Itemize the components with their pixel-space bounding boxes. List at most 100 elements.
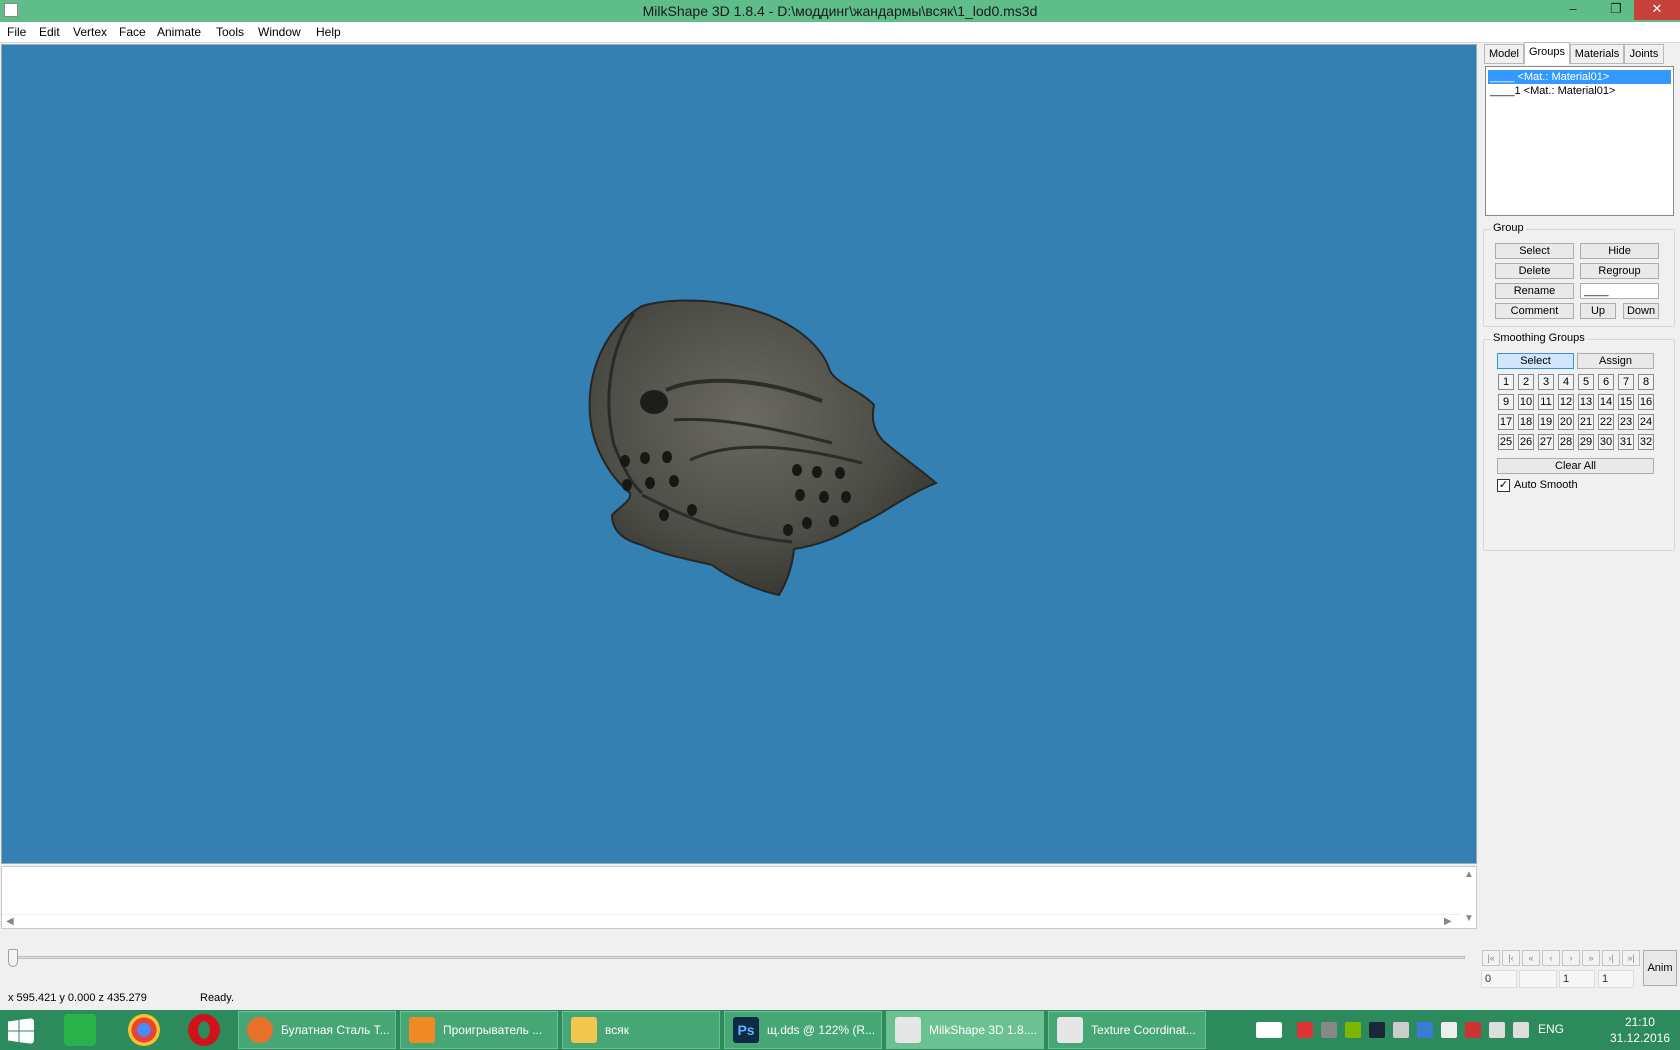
smoothing-group-32[interactable]: 32 <box>1638 434 1654 450</box>
tab-model[interactable]: Model <box>1484 44 1524 64</box>
tray-app-icon[interactable] <box>1321 1022 1337 1038</box>
smoothing-select-button[interactable]: Select <box>1497 353 1574 369</box>
keyboard-icon[interactable] <box>1256 1022 1282 1038</box>
rewind-icon[interactable]: « <box>1522 950 1540 966</box>
smoothing-group-18[interactable]: 18 <box>1518 414 1534 430</box>
chrome-icon[interactable] <box>128 1014 160 1046</box>
smoothing-group-7[interactable]: 7 <box>1618 374 1634 390</box>
current-frame-field[interactable]: 0 <box>1481 970 1517 988</box>
opera-icon[interactable] <box>188 1014 220 1046</box>
smoothing-group-30[interactable]: 30 <box>1598 434 1614 450</box>
timeline-slider[interactable] <box>0 947 1477 971</box>
smoothing-group-4[interactable]: 4 <box>1558 374 1574 390</box>
group-hide-button[interactable]: Hide <box>1580 243 1659 259</box>
menu-help[interactable]: Help <box>316 25 341 39</box>
network-icon[interactable] <box>1489 1022 1505 1038</box>
timeline-thumb[interactable] <box>8 949 18 967</box>
menu-edit[interactable]: Edit <box>39 25 60 39</box>
menu-tools[interactable]: Tools <box>216 25 244 39</box>
auto-smooth-checkbox[interactable]: ✓ <box>1497 479 1510 492</box>
nvidia-icon[interactable] <box>1345 1022 1361 1038</box>
taskbar-item-media-player[interactable]: Проигрыватель ... <box>400 1011 558 1049</box>
anim-button[interactable]: Anim <box>1643 950 1677 986</box>
smoothing-group-25[interactable]: 25 <box>1498 434 1514 450</box>
smoothing-group-1[interactable]: 1 <box>1498 374 1514 390</box>
smoothing-group-19[interactable]: 19 <box>1538 414 1554 430</box>
group-name-field[interactable]: ____ <box>1580 283 1659 299</box>
smoothing-group-21[interactable]: 21 <box>1578 414 1594 430</box>
menu-vertex[interactable]: Vertex <box>73 25 107 39</box>
smoothing-group-12[interactable]: 12 <box>1558 394 1574 410</box>
groups-list[interactable]: ____ <Mat.: Material01> ____1 <Mat.: Mat… <box>1485 66 1674 216</box>
smoothing-group-10[interactable]: 10 <box>1518 394 1534 410</box>
tab-materials[interactable]: Materials <box>1570 44 1624 64</box>
smoothing-group-9[interactable]: 9 <box>1498 394 1514 410</box>
steam-icon[interactable] <box>1369 1022 1385 1038</box>
taskbar-item-milkshape[interactable]: MilkShape 3D 1.8.... <box>886 1011 1044 1049</box>
scroll-right-icon[interactable]: ▶ <box>1444 916 1452 927</box>
taskbar-item-firefox[interactable]: Булатная Сталь Т... <box>238 1011 396 1049</box>
close-button[interactable]: ✕ <box>1634 0 1680 20</box>
menu-face[interactable]: Face <box>119 25 146 39</box>
group-select-button[interactable]: Select <box>1495 243 1574 259</box>
scroll-left-icon[interactable]: ◀ <box>6 916 14 927</box>
smoothing-group-15[interactable]: 15 <box>1618 394 1634 410</box>
tab-joints[interactable]: Joints <box>1624 44 1664 64</box>
group-up-button[interactable]: Up <box>1580 303 1616 319</box>
taskbar-item-photoshop[interactable]: Ps щ.dds @ 122% (R... <box>724 1011 882 1049</box>
menu-animate[interactable]: Animate <box>157 25 201 39</box>
group-down-button[interactable]: Down <box>1623 303 1659 319</box>
smoothing-group-26[interactable]: 26 <box>1518 434 1534 450</box>
scroll-up-icon[interactable]: ▲ <box>1464 869 1474 880</box>
list-item[interactable]: ____1 <Mat.: Material01> <box>1488 84 1671 98</box>
minimize-button[interactable]: – <box>1557 0 1589 20</box>
taskbar-item-folder[interactable]: всяк <box>562 1011 720 1049</box>
clear-all-button[interactable]: Clear All <box>1497 458 1654 474</box>
flag-icon[interactable] <box>1441 1022 1457 1038</box>
smoothing-group-23[interactable]: 23 <box>1618 414 1634 430</box>
tray-app-icon[interactable] <box>1393 1022 1409 1038</box>
end-frame-field[interactable]: 1 <box>1598 970 1634 988</box>
menu-window[interactable]: Window <box>258 25 301 39</box>
smoothing-group-14[interactable]: 14 <box>1598 394 1614 410</box>
smoothing-assign-button[interactable]: Assign <box>1577 353 1654 369</box>
list-item[interactable]: ____ <Mat.: Material01> <box>1488 70 1671 84</box>
start-frame-field[interactable]: 1 <box>1559 970 1595 988</box>
smoothing-group-29[interactable]: 29 <box>1578 434 1594 450</box>
smoothing-group-3[interactable]: 3 <box>1538 374 1554 390</box>
smoothing-group-11[interactable]: 11 <box>1538 394 1554 410</box>
smoothing-group-24[interactable]: 24 <box>1638 414 1654 430</box>
windows-start-icon[interactable] <box>8 1018 34 1044</box>
menu-file[interactable]: File <box>7 25 26 39</box>
smoothing-group-22[interactable]: 22 <box>1598 414 1614 430</box>
smoothing-group-6[interactable]: 6 <box>1598 374 1614 390</box>
vertical-scrollbar[interactable]: ▲ ▼ <box>1460 867 1476 928</box>
antivirus-icon[interactable] <box>1465 1022 1481 1038</box>
group-delete-button[interactable]: Delete <box>1495 263 1574 279</box>
smoothing-group-20[interactable]: 20 <box>1558 414 1574 430</box>
next-frame-icon[interactable]: › <box>1562 950 1580 966</box>
smoothing-group-27[interactable]: 27 <box>1538 434 1554 450</box>
taskbar-item-texture-coordinator[interactable]: Texture Coordinat... <box>1048 1011 1206 1049</box>
tray-app-icon[interactable] <box>1417 1022 1433 1038</box>
prev-key-icon[interactable]: |‹ <box>1502 950 1520 966</box>
tab-groups[interactable]: Groups <box>1524 42 1570 65</box>
smoothing-group-2[interactable]: 2 <box>1518 374 1534 390</box>
next-key-icon[interactable]: ›| <box>1602 950 1620 966</box>
store-icon[interactable] <box>64 1014 96 1046</box>
group-regroup-button[interactable]: Regroup <box>1580 263 1659 279</box>
frame-field-blank[interactable] <box>1519 970 1557 988</box>
horizontal-scrollbar[interactable]: ◀ ▶ <box>2 914 1460 928</box>
tray-app-icon[interactable] <box>1297 1022 1313 1038</box>
last-frame-icon[interactable]: »| <box>1622 950 1640 966</box>
smoothing-group-16[interactable]: 16 <box>1638 394 1654 410</box>
clock[interactable]: 21:10 31.12.2016 <box>1610 1014 1670 1046</box>
prev-frame-icon[interactable]: ‹ <box>1542 950 1560 966</box>
smoothing-group-13[interactable]: 13 <box>1578 394 1594 410</box>
language-indicator[interactable]: ENG <box>1538 1022 1564 1036</box>
smoothing-group-17[interactable]: 17 <box>1498 414 1514 430</box>
smoothing-group-8[interactable]: 8 <box>1638 374 1654 390</box>
scroll-down-icon[interactable]: ▼ <box>1464 913 1474 924</box>
group-rename-button[interactable]: Rename <box>1495 283 1574 299</box>
smoothing-group-5[interactable]: 5 <box>1578 374 1594 390</box>
